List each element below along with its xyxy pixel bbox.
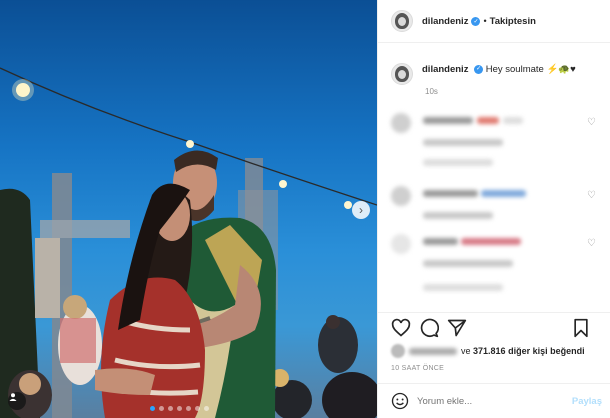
likes-summary[interactable]: ve 371.816 diğer kişi beğendi bbox=[391, 344, 585, 358]
carousel-dot bbox=[186, 406, 191, 411]
person-tag-icon[interactable] bbox=[8, 392, 26, 410]
post-header: dilandeniz ✓ • Takiptesin bbox=[378, 0, 610, 43]
comment-avatar[interactable] bbox=[391, 113, 411, 133]
caption-username[interactable]: dilandeniz bbox=[422, 64, 468, 75]
comment-input[interactable] bbox=[417, 395, 557, 407]
next-photo-button[interactable]: › bbox=[352, 201, 370, 219]
post-caption: dilandeniz ✓ Hey soulmate ⚡🐢♥ 10s bbox=[391, 63, 602, 96]
smiley-icon[interactable] bbox=[391, 392, 409, 410]
verified-badge-icon: ✓ bbox=[474, 64, 484, 74]
comment-item: ♡ bbox=[391, 113, 600, 166]
comment-item: ♡ bbox=[391, 234, 600, 291]
carousel-dot bbox=[168, 406, 173, 411]
separator-dot: • bbox=[483, 16, 487, 26]
post-actions bbox=[391, 318, 600, 340]
caption-emojis: ⚡🐢♥ bbox=[546, 64, 576, 75]
comment-like-icon[interactable]: ♡ bbox=[587, 238, 596, 249]
carousel-dot bbox=[204, 406, 209, 411]
likes-suffix[interactable]: diğer kişi beğendi bbox=[508, 346, 585, 356]
avatar[interactable] bbox=[391, 63, 413, 85]
comment-like-icon[interactable]: ♡ bbox=[587, 117, 596, 128]
carousel-dot bbox=[177, 406, 182, 411]
post-side-panel: dilandeniz ✓ • Takiptesin dilandeniz ✓ H… bbox=[377, 0, 610, 418]
liker-name-blurred bbox=[409, 347, 457, 355]
comment-avatar[interactable] bbox=[391, 234, 411, 254]
follow-status-button[interactable]: Takiptesin bbox=[490, 16, 536, 27]
caption-time: 10s bbox=[425, 87, 438, 96]
post-photo[interactable]: › bbox=[0, 0, 377, 418]
comment-avatar[interactable] bbox=[391, 186, 411, 206]
divider bbox=[378, 312, 610, 313]
carousel-dot bbox=[159, 406, 164, 411]
chevron-right-icon: › bbox=[359, 203, 363, 217]
post-comment-button[interactable]: Paylaş bbox=[572, 396, 602, 407]
caption-text: Hey soulmate bbox=[485, 64, 544, 75]
avatar[interactable] bbox=[391, 10, 413, 32]
comment-icon[interactable] bbox=[419, 318, 439, 338]
carousel-dot bbox=[195, 406, 200, 411]
add-comment-bar: Paylaş bbox=[378, 383, 610, 418]
carousel-dot bbox=[150, 406, 155, 411]
bookmark-icon[interactable] bbox=[571, 318, 591, 338]
likes-prefix: ve bbox=[461, 346, 471, 356]
carousel-dots bbox=[150, 406, 209, 411]
verified-badge-icon: ✓ bbox=[471, 16, 481, 26]
photo-scene bbox=[0, 67, 377, 418]
likes-count[interactable]: 371.816 bbox=[473, 346, 506, 356]
send-icon[interactable] bbox=[447, 318, 467, 338]
username-link[interactable]: dilandeniz bbox=[422, 16, 468, 27]
heart-icon[interactable] bbox=[391, 318, 411, 338]
comment-like-icon[interactable]: ♡ bbox=[587, 190, 596, 201]
post-date: 10 SAAT ÖNCE bbox=[391, 365, 445, 372]
comment-item: ♡ bbox=[391, 186, 600, 236]
liker-avatar bbox=[391, 344, 405, 358]
